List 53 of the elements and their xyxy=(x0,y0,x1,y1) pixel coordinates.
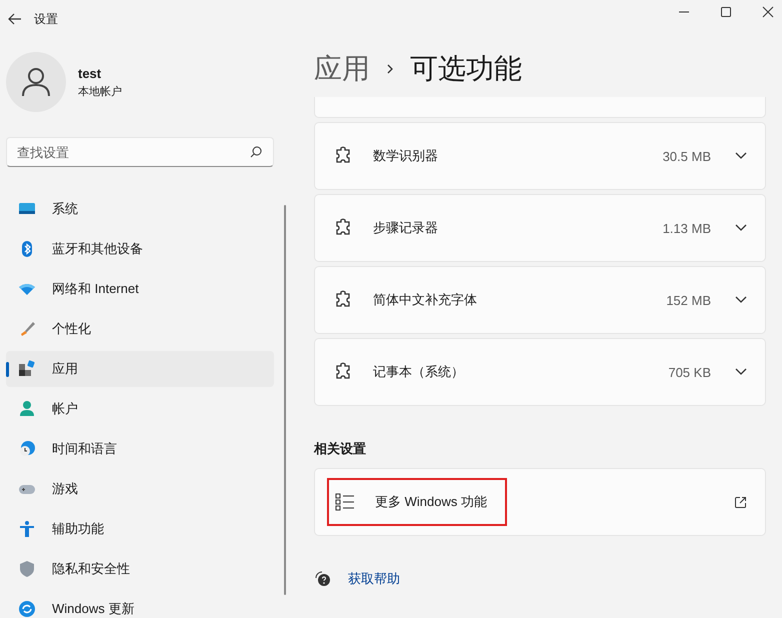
feature-size: 705 KB xyxy=(668,364,711,380)
chevron-right-icon xyxy=(386,63,394,75)
feature-name: 简体中文补充字体 xyxy=(373,291,478,309)
related-setting-label: 更多 Windows 功能 xyxy=(375,493,487,511)
nav-item[interactable]: 蓝牙和其他设备 xyxy=(6,231,274,267)
nav-item[interactable]: 帐户 xyxy=(6,391,274,427)
feature-card[interactable]: 简体中文补充字体 152 MB xyxy=(314,266,766,334)
accessibility-icon xyxy=(18,520,36,538)
help-link[interactable]: 获取帮助 xyxy=(348,570,400,588)
nav-item[interactable]: 辅助功能 xyxy=(6,511,274,547)
section-heading: 相关设置 xyxy=(314,440,367,458)
nav-item[interactable]: 个性化 xyxy=(6,311,274,347)
feature-name: 步骤记录器 xyxy=(373,219,439,237)
nav-item[interactable]: 隐私和安全性 xyxy=(6,551,274,587)
feature-size: 1.13 MB xyxy=(662,220,711,236)
brush-icon xyxy=(18,320,36,338)
apps-icon xyxy=(18,360,36,378)
close-icon[interactable] xyxy=(762,6,774,18)
chevron-down-icon[interactable] xyxy=(735,296,747,304)
breadcrumb-parent[interactable]: 应用 xyxy=(314,50,370,88)
search-icon[interactable] xyxy=(250,146,262,158)
feature-size: 152 MB xyxy=(666,292,711,308)
user-name: test xyxy=(78,66,102,80)
clock-globe-icon xyxy=(18,440,36,458)
chevron-down-icon[interactable] xyxy=(735,152,747,160)
chevron-down-icon[interactable] xyxy=(735,368,747,376)
page-title: 可选功能 xyxy=(410,52,522,86)
account-type: 本地帐户 xyxy=(78,84,122,98)
feature-card[interactable]: 步骤记录器 1.13 MB xyxy=(314,194,766,262)
selection-indicator xyxy=(6,362,9,377)
shield-icon xyxy=(18,560,36,578)
feature-card[interactable]: 数学识别器 30.5 MB xyxy=(314,122,766,190)
external-link-icon xyxy=(734,496,747,508)
list-icon xyxy=(335,493,355,511)
feature-card[interactable]: 记事本（系统） 705 KB xyxy=(314,338,766,406)
nav-item[interactable]: Windows 更新 xyxy=(6,591,274,618)
feature-name: 记事本（系统） xyxy=(373,363,465,381)
maximize-icon[interactable] xyxy=(720,6,732,18)
nav-item[interactable]: 网络和 Internet xyxy=(6,271,274,307)
help-icon xyxy=(314,570,332,588)
person-icon xyxy=(18,400,36,418)
search-field[interactable]: 查找设置 xyxy=(6,137,274,167)
back-arrow-icon[interactable] xyxy=(8,13,22,25)
feature-name: 数学识别器 xyxy=(373,147,439,165)
feature-size: 30.5 MB xyxy=(662,148,711,164)
window-title: 设置 xyxy=(34,10,58,28)
nav-item[interactable]: 游戏 xyxy=(6,471,274,507)
nav-item[interactable]: 系统 xyxy=(6,191,274,227)
nav-item[interactable]: 应用 xyxy=(6,351,274,387)
related-setting-card[interactable]: 更多 Windows 功能 xyxy=(314,468,766,536)
nav-item[interactable]: 时间和语言 xyxy=(6,431,274,467)
scrollbar[interactable] xyxy=(284,205,286,595)
chevron-down-icon[interactable] xyxy=(735,224,747,232)
